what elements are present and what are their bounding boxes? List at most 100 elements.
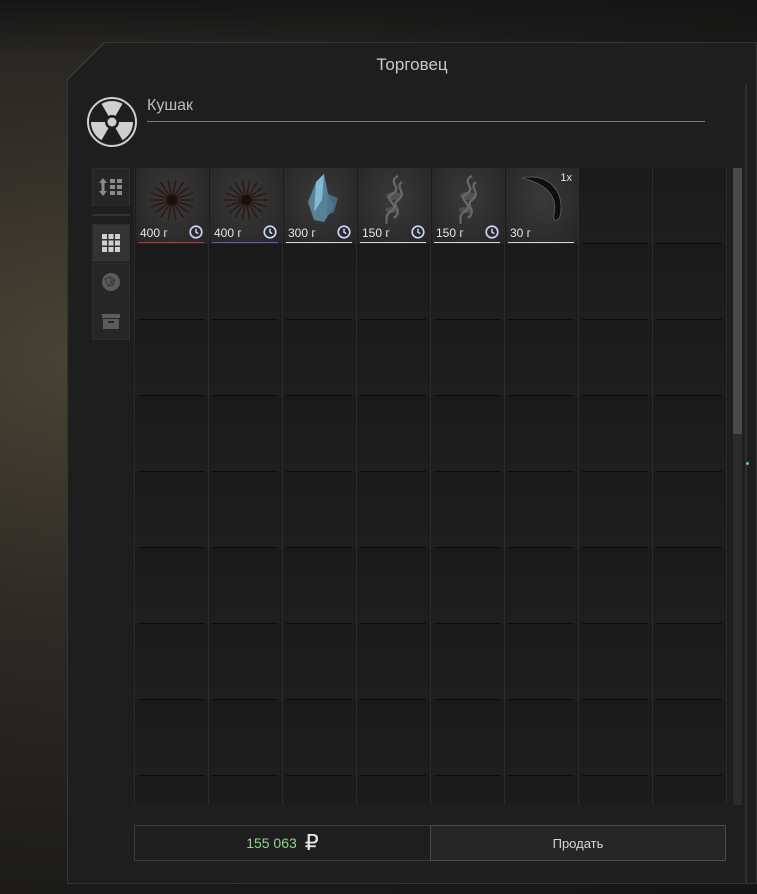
inventory-slot[interactable]	[653, 244, 727, 320]
trader-name-field[interactable]: Кушак	[147, 96, 705, 122]
inventory-slot[interactable]	[283, 776, 357, 805]
inventory-slot[interactable]	[209, 396, 283, 472]
inventory-slot[interactable]	[283, 320, 357, 396]
inventory-slot[interactable]	[209, 244, 283, 320]
item-underline	[286, 242, 352, 243]
inventory-slot[interactable]	[357, 472, 431, 548]
scrollbar-thumb[interactable]	[733, 168, 742, 434]
inventory-slot[interactable]	[653, 776, 727, 805]
inventory-slot[interactable]	[505, 244, 579, 320]
inventory-slot[interactable]	[431, 472, 505, 548]
inventory-slot[interactable]	[505, 548, 579, 624]
inventory-slot[interactable]	[579, 548, 653, 624]
inventory-slot[interactable]	[209, 320, 283, 396]
inventory-slot[interactable]	[505, 624, 579, 700]
sidebar-divider	[92, 214, 130, 216]
inventory-slot[interactable]	[431, 700, 505, 776]
artifact-filter-button[interactable]	[92, 263, 130, 301]
inventory-slot[interactable]	[209, 700, 283, 776]
item-weight: 400 г	[214, 226, 242, 240]
inventory-slot[interactable]	[357, 396, 431, 472]
inventory-slot[interactable]	[357, 244, 431, 320]
inventory-scrollbar[interactable]	[733, 168, 742, 805]
item-weight: 300 г	[288, 226, 316, 240]
inventory-slot[interactable]	[505, 396, 579, 472]
inventory-slot[interactable]	[135, 624, 209, 700]
inventory-slot[interactable]	[283, 396, 357, 472]
inventory-slot[interactable]	[579, 320, 653, 396]
grid-view-icon	[102, 234, 120, 252]
inventory-slot[interactable]	[135, 548, 209, 624]
money-display: 155 063 ₽	[134, 825, 430, 861]
grid-view-button[interactable]	[92, 224, 130, 262]
inventory-slot[interactable]	[431, 320, 505, 396]
inventory-slot[interactable]	[209, 624, 283, 700]
inventory-slot[interactable]	[209, 548, 283, 624]
item-weight: 30 г	[510, 226, 532, 240]
smoke-artifact[interactable]: 150 г	[358, 168, 430, 244]
inventory-slot[interactable]	[431, 244, 505, 320]
inventory-slot[interactable]	[357, 700, 431, 776]
inventory-slot[interactable]	[135, 320, 209, 396]
inventory-slot[interactable]	[431, 396, 505, 472]
item-underline	[360, 242, 426, 243]
inventory-slot[interactable]	[579, 624, 653, 700]
item-underline	[508, 242, 574, 243]
inventory-slot[interactable]	[283, 700, 357, 776]
inventory-slot[interactable]	[653, 472, 727, 548]
inventory-slot[interactable]	[135, 700, 209, 776]
spiky-artifact[interactable]: 400 г	[210, 168, 282, 244]
window-right-edge	[745, 84, 747, 884]
inventory-slot[interactable]	[283, 548, 357, 624]
clock-icon	[485, 225, 499, 239]
sell-button[interactable]: Продать	[430, 825, 726, 861]
inventory-slot[interactable]	[579, 776, 653, 805]
item-weight: 400 г	[140, 226, 168, 240]
inventory-slot[interactable]	[653, 548, 727, 624]
inventory-slot[interactable]	[505, 776, 579, 805]
clock-icon	[337, 225, 351, 239]
inventory-slot[interactable]	[431, 548, 505, 624]
inventory-grid: 400 г 400 г 300 г 150 г 150 г 30 г 1x	[134, 168, 728, 805]
inventory-slot[interactable]	[431, 776, 505, 805]
inventory-slot[interactable]	[357, 320, 431, 396]
inventory-slot[interactable]	[431, 624, 505, 700]
inventory-slot[interactable]	[135, 244, 209, 320]
clock-icon	[263, 225, 277, 239]
claw-item[interactable]: 30 г 1x	[506, 168, 578, 244]
inventory-slot[interactable]	[135, 472, 209, 548]
inventory-slot[interactable]	[653, 396, 727, 472]
inventory-slot[interactable]	[653, 168, 727, 244]
clock-icon	[411, 225, 425, 239]
inventory-slot[interactable]	[283, 472, 357, 548]
inventory-slot[interactable]	[579, 244, 653, 320]
sort-icon	[99, 178, 122, 196]
inventory-slot[interactable]	[505, 700, 579, 776]
spiky-artifact[interactable]: 400 г	[136, 168, 208, 244]
inventory-slot[interactable]	[135, 396, 209, 472]
sort-button[interactable]	[92, 168, 130, 206]
inventory-slot[interactable]	[579, 168, 653, 244]
inventory-slot[interactable]	[653, 700, 727, 776]
container-icon	[102, 314, 120, 329]
crystal-artifact[interactable]: 300 г	[284, 168, 356, 244]
inventory-slot[interactable]	[135, 776, 209, 805]
item-weight: 150 г	[362, 226, 390, 240]
inventory-slot[interactable]	[505, 320, 579, 396]
inventory-slot[interactable]	[653, 320, 727, 396]
inventory-slot[interactable]	[209, 472, 283, 548]
item-underline	[434, 242, 500, 243]
inventory-slot[interactable]	[209, 776, 283, 805]
inventory-slot[interactable]	[579, 396, 653, 472]
container-button[interactable]	[92, 302, 130, 340]
inventory-slot[interactable]	[579, 472, 653, 548]
inventory-slot[interactable]	[579, 700, 653, 776]
inventory-slot[interactable]	[357, 776, 431, 805]
inventory-slot[interactable]	[283, 624, 357, 700]
inventory-slot[interactable]	[283, 244, 357, 320]
inventory-slot[interactable]	[357, 624, 431, 700]
inventory-slot[interactable]	[505, 472, 579, 548]
smoke-artifact[interactable]: 150 г	[432, 168, 504, 244]
inventory-slot[interactable]	[653, 624, 727, 700]
inventory-slot[interactable]	[357, 548, 431, 624]
